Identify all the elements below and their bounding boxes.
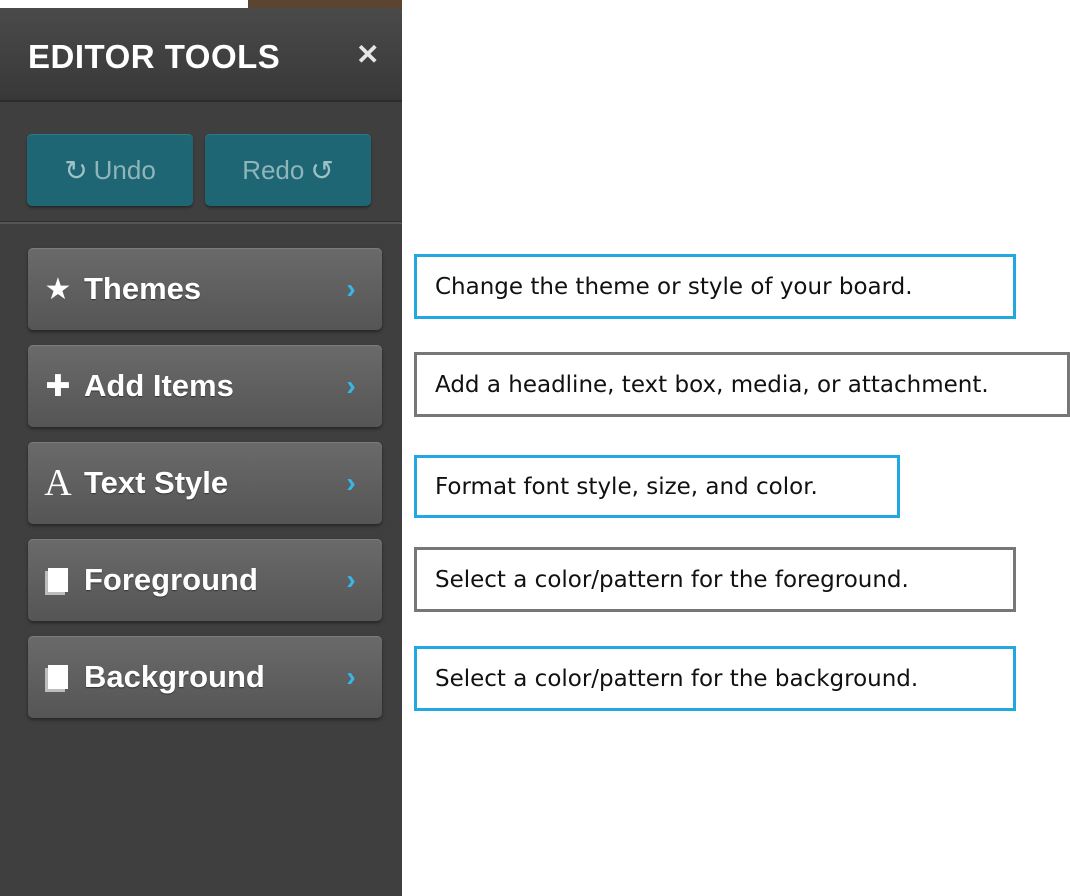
redo-label: Redo bbox=[242, 154, 305, 185]
chevron-right-icon: › bbox=[346, 467, 356, 498]
square-icon bbox=[32, 660, 84, 694]
star-icon: ★ bbox=[44, 272, 72, 306]
undo-button[interactable]: ↻ Undo bbox=[27, 134, 193, 206]
chevron-right-icon: › bbox=[346, 370, 356, 401]
chevron-right-icon: › bbox=[346, 564, 356, 595]
undo-label: Undo bbox=[93, 154, 156, 185]
panel-title: EDITOR TOOLS bbox=[28, 38, 281, 75]
editor-tools-panel: EDITOR TOOLS ✕ ↻ Undo Redo ↺ ★ Themes › … bbox=[0, 8, 402, 896]
square-icon bbox=[32, 563, 84, 597]
tools-menu: ★ Themes › ✚ Add Items › A Text Style › … bbox=[0, 224, 402, 718]
panel-header: EDITOR TOOLS ✕ bbox=[0, 8, 402, 102]
letter-a-icon: A bbox=[44, 462, 72, 504]
menu-item-label: Themes bbox=[84, 271, 202, 306]
callout-add-items: Add a headline, text box, media, or atta… bbox=[414, 352, 1070, 417]
menu-item-label: Background bbox=[84, 659, 265, 694]
menu-item-label: Add Items bbox=[84, 368, 234, 403]
plus-icon: ✚ bbox=[45, 369, 71, 403]
redo-button[interactable]: Redo ↺ bbox=[205, 134, 371, 206]
chevron-right-icon: › bbox=[346, 273, 356, 304]
menu-item-add-items[interactable]: ✚ Add Items › bbox=[28, 345, 382, 427]
menu-item-label: Foreground bbox=[84, 562, 258, 597]
callout-text-style: Format font style, size, and color. bbox=[414, 455, 900, 518]
redo-icon: ↺ bbox=[310, 154, 334, 186]
chevron-right-icon: › bbox=[346, 661, 356, 692]
menu-item-foreground[interactable]: Foreground › bbox=[28, 539, 382, 621]
callout-background: Select a color/pattern for the backgroun… bbox=[414, 646, 1016, 711]
menu-item-text-style[interactable]: A Text Style › bbox=[28, 442, 382, 524]
close-icon[interactable]: ✕ bbox=[356, 38, 379, 71]
callout-foreground: Select a color/pattern for the foregroun… bbox=[414, 547, 1016, 612]
undo-icon: ↻ bbox=[64, 154, 88, 186]
history-toolbar: ↻ Undo Redo ↺ bbox=[0, 102, 402, 224]
menu-item-themes[interactable]: ★ Themes › bbox=[28, 248, 382, 330]
callout-themes: Change the theme or style of your board. bbox=[414, 254, 1016, 319]
menu-item-label: Text Style bbox=[84, 465, 229, 500]
menu-item-background[interactable]: Background › bbox=[28, 636, 382, 718]
